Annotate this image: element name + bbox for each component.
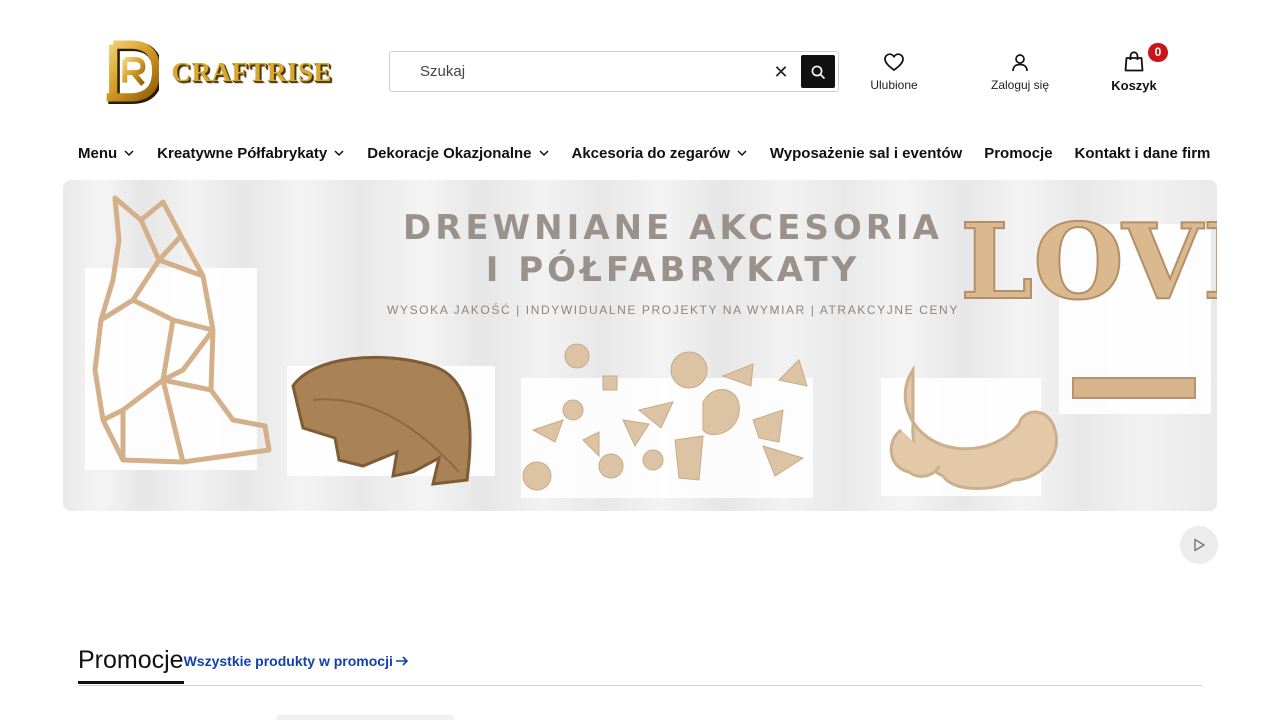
search-button[interactable] xyxy=(801,55,835,88)
site-header: CRAFTRISE ✕ Ulubione Zaloguj się xyxy=(0,0,1280,130)
nav-item-label: Promocje xyxy=(984,144,1053,162)
cart-label: Koszyk xyxy=(1111,78,1157,93)
nav-item-label: Kreatywne Półfabrykaty xyxy=(157,144,328,162)
cart-link[interactable]: 0 Koszyk xyxy=(1106,43,1168,93)
nav-item-label: Kontakt i dane firm xyxy=(1074,144,1211,162)
promotions-divider xyxy=(78,685,1202,686)
nav-item-kreatywne-polfabrykaty[interactable]: Kreatywne Półfabrykaty xyxy=(157,145,345,162)
search-input[interactable] xyxy=(420,52,760,91)
nav-item-dekoracje-okazjonalne[interactable]: Dekoracje Okazjonalne xyxy=(367,145,549,162)
bag-icon xyxy=(1124,51,1144,72)
promotions-title: Promocje xyxy=(78,646,184,684)
slider-play-button[interactable] xyxy=(1180,526,1218,564)
nav-item-promocje[interactable]: Promocje xyxy=(984,145,1052,162)
arrow-right-icon xyxy=(395,656,408,666)
cart-count-badge: 0 xyxy=(1148,43,1168,62)
chevron-down-icon xyxy=(538,150,549,157)
promotions-header: Promocje Wszystkie produkty w promocji xyxy=(78,646,409,684)
login-label: Zaloguj się xyxy=(990,78,1050,92)
clear-search-icon[interactable]: ✕ xyxy=(771,62,791,82)
logo[interactable]: CRAFTRISE xyxy=(100,32,332,110)
chevron-down-icon xyxy=(124,150,134,157)
favorites-label: Ulubione xyxy=(870,78,918,92)
nav-item-label: Menu xyxy=(78,144,118,162)
nav-item-kontakt[interactable]: Kontakt i dane firm xyxy=(1075,145,1211,162)
nav-item-wyposazenie-sal[interactable]: Wyposażenie sal i eventów xyxy=(770,145,962,162)
play-icon xyxy=(1194,538,1205,552)
banner-title-line2: I PÓŁFABRYKATY xyxy=(485,250,861,290)
user-icon xyxy=(1012,54,1028,72)
all-promotions-link[interactable]: Wszystkie produkty w promocji xyxy=(184,653,409,669)
main-nav: Menu Kreatywne Półfabrykaty Dekoracje Ok… xyxy=(78,142,1210,164)
logo-mark-icon xyxy=(106,40,160,105)
search-box: ✕ xyxy=(389,51,839,92)
chevron-down-icon xyxy=(334,150,344,157)
nav-item-label: Dekoracje Okazjonalne xyxy=(367,144,532,162)
heart-icon xyxy=(884,53,904,71)
nav-item-label: Akcesoria do zegarów xyxy=(571,144,730,162)
nav-item-menu[interactable]: Menu xyxy=(78,145,135,162)
chevron-down-icon xyxy=(737,150,747,157)
banner-subtitle: WYSOKA JAKOŚĆ | INDYWIDUALNE PROJEKTY NA… xyxy=(387,303,959,317)
all-promotions-label: Wszystkie produkty w promocji xyxy=(183,653,393,669)
logo-text: CRAFTRISE xyxy=(171,56,332,87)
product-card[interactable] xyxy=(276,715,454,720)
banner-title-line1: DREWNIANE AKCESORIA xyxy=(403,208,943,248)
search-icon xyxy=(811,65,825,79)
nav-item-label: Wyposażenie sal i eventów xyxy=(769,144,963,162)
favorites-link[interactable]: Ulubione xyxy=(866,50,922,92)
login-link[interactable]: Zaloguj się xyxy=(986,50,1054,92)
hero-banner[interactable]: LOVE DREWNIANE AKCESORIA I PÓŁFABRYKATY … xyxy=(63,180,1217,511)
nav-item-akcesoria-do-zegarow[interactable]: Akcesoria do zegarów xyxy=(572,145,748,162)
